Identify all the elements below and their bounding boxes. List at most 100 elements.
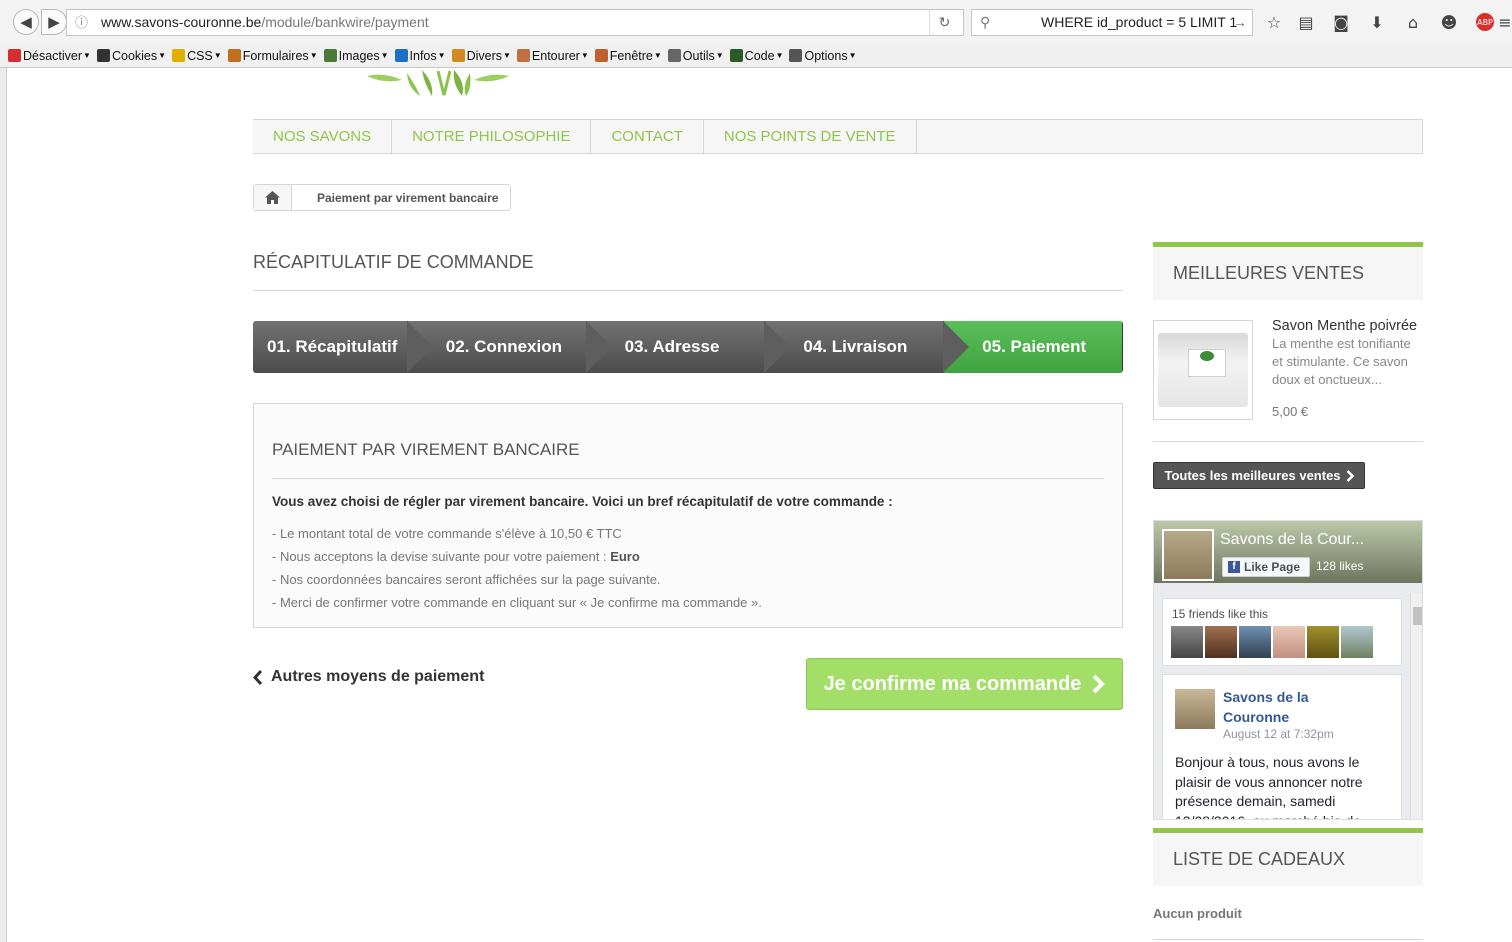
all-bestsellers-button[interactable]: Toutes les meilleures ventes — [1153, 462, 1365, 489]
toolbar-item-6[interactable]: Divers ▼ — [451, 49, 511, 63]
dropdown-arrow-icon: ▼ — [158, 51, 167, 60]
search-text: WHERE id_product = 5 LIMIT 1 — [1041, 14, 1238, 30]
info-icon[interactable]: ⓘ — [75, 10, 88, 35]
menu-points-de-vente[interactable]: NOS POINTS DE VENTE — [704, 120, 917, 153]
post-author-avatar[interactable] — [1175, 689, 1215, 729]
toolbar-item-5[interactable]: Infos ▼ — [394, 48, 446, 63]
payment-total-line: - Le montant total de votre commande s'é… — [272, 526, 622, 541]
step-label: 05. Paiement — [982, 337, 1087, 356]
step-adresse[interactable]: 03. Adresse — [586, 321, 791, 373]
toolbar-item-icon — [667, 49, 681, 62]
post-text: Bonjour à tous, nous avons le plaisir de… — [1175, 754, 1363, 819]
dropdown-arrow-icon: ▼ — [502, 51, 511, 60]
search-field[interactable]: ⚲ WHERE id_product = 5 LIMIT 1 → — [971, 9, 1253, 36]
facebook-likes-count: 128 likes — [1316, 559, 1364, 573]
back-arrow-icon[interactable]: ◀ — [13, 9, 39, 35]
facebook-post: Savons de la Couronne August 12 at 7:32p… — [1162, 674, 1402, 819]
friend-avatar[interactable] — [1171, 626, 1203, 658]
toolbar-item-10[interactable]: Code ▼ — [729, 49, 783, 63]
forward-arrow-icon[interactable]: ▶ — [41, 9, 67, 35]
webdev-toolbar: Désactiver ▼ Cookies ▼ CSS ▼ Formulaires ▼ Image… — [0, 44, 1512, 68]
page-title: RÉCAPITULATIF DE COMMANDE — [253, 252, 1123, 291]
menu-nos-savons[interactable]: NOS SAVONS — [253, 120, 393, 153]
pocket-icon[interactable]: ◙ — [1330, 10, 1352, 34]
menu-notre-philosophie[interactable]: NOTRE PHILOSOPHIE — [392, 120, 592, 153]
toolbar-item-label: Images — [338, 48, 380, 63]
reload-icon[interactable]: ↻ — [929, 10, 959, 35]
toolbar-item-label: CSS — [187, 48, 213, 63]
other-payment-methods-link[interactable]: Autres moyens de paiement — [253, 668, 484, 686]
friend-avatar[interactable] — [1341, 626, 1373, 658]
product-thumbnail[interactable] — [1153, 320, 1253, 420]
url-field[interactable]: ⓘ www.savons-couronne.be/module/bankwire… — [66, 9, 964, 36]
download-icon[interactable]: ⬇ — [1366, 10, 1388, 34]
friend-avatar[interactable] — [1307, 626, 1339, 658]
adblock-icon[interactable]: ABP — [1474, 10, 1496, 34]
go-arrow-icon[interactable]: → — [1233, 10, 1247, 35]
facebook-page-widget: Savons de la Cour... f Like Page 128 lik… — [1153, 520, 1423, 820]
step-livraison[interactable]: 04. Livraison — [765, 321, 970, 373]
toolbar-item-icon — [729, 49, 743, 62]
toolbar-item-icon — [451, 49, 465, 62]
toolbar-item-8[interactable]: Fenêtre ▼ — [594, 49, 662, 63]
soap-image — [1158, 333, 1248, 407]
post-author-name[interactable]: Savons de la Couronne — [1223, 687, 1343, 727]
toolbar-item-3[interactable]: Formulaires ▼ — [227, 48, 318, 63]
facebook-like-button[interactable]: f Like Page — [1222, 557, 1310, 577]
toolbar-item-label: Infos — [409, 48, 437, 63]
dropdown-arrow-icon: ▼ — [213, 51, 222, 60]
main-menu: NOS SAVONS NOTRE PHILOSOPHIE CONTACT NOS… — [253, 119, 1423, 154]
facebook-scrollbar[interactable] — [1410, 593, 1422, 819]
toolbar-item-0[interactable]: Désactiver ▼ — [8, 49, 91, 63]
step-label: 03. Adresse — [624, 337, 720, 356]
step-connexion[interactable]: 02. Connexion — [407, 321, 612, 373]
step-recapitulatif[interactable]: 01. Récapitulatif — [253, 321, 433, 373]
dropdown-arrow-icon: ▼ — [715, 51, 724, 60]
facebook-f-icon: f — [1228, 561, 1240, 573]
friend-avatar[interactable] — [1273, 626, 1305, 658]
reading-list-icon[interactable]: ▤ — [1295, 10, 1317, 34]
toolbar-item-2[interactable]: CSS ▼ — [172, 49, 222, 63]
payment-intro: Vous avez choisi de régler par virement … — [272, 494, 893, 509]
product-name[interactable]: Savon Menthe poivrée — [1272, 318, 1417, 334]
toolbar-item-icon — [789, 49, 803, 62]
step-label: 04. Livraison — [803, 337, 908, 356]
toolbar-item-4[interactable]: Images ▼ — [323, 48, 389, 63]
menu-icon[interactable]: ≡ — [1494, 10, 1512, 34]
toolbar-item-1[interactable]: Cookies ▼ — [96, 49, 167, 63]
payment-summary-box: PAIEMENT PAR VIREMENT BANCAIRE Vous avez… — [253, 403, 1123, 628]
toolbar-item-label: Formulaires — [242, 48, 309, 63]
url-path: /module/bankwire/payment — [261, 14, 429, 30]
payment-currency-line: - Nous acceptons la devise suivante pour… — [272, 549, 640, 564]
friend-avatar[interactable] — [1239, 626, 1271, 658]
facebook-page-avatar[interactable] — [1162, 529, 1214, 581]
friends-text: 15 friends like this — [1172, 607, 1269, 621]
star-icon[interactable]: ☆ — [1263, 10, 1285, 34]
facebook-page-name[interactable]: Savons de la Cour... — [1220, 531, 1364, 549]
browser-navbar: ◀ ▶ ⓘ www.savons-couronne.be/module/bank… — [0, 0, 1512, 44]
step-label: 02. Connexion — [445, 337, 562, 356]
home-icon[interactable]: ⌂ — [1402, 10, 1424, 34]
step-label: 01. Récapitulatif — [267, 337, 398, 356]
currency-value: Euro — [610, 549, 640, 564]
toolbar-item-icon — [516, 49, 530, 62]
logo-leaves[interactable] — [362, 68, 514, 98]
like-label: Like Page — [1244, 560, 1301, 574]
step-arrow — [585, 321, 612, 373]
toolbar-item-icon — [323, 49, 337, 62]
home-icon[interactable] — [254, 185, 292, 210]
confirm-order-button[interactable]: Je confirme ma commande — [806, 658, 1123, 710]
dropdown-arrow-icon: ▼ — [437, 51, 446, 60]
toolbar-item-9[interactable]: Outils ▼ — [667, 48, 724, 63]
hello-icon[interactable]: ☻ — [1438, 10, 1460, 34]
menu-contact[interactable]: CONTACT — [591, 120, 704, 153]
toolbar-item-7[interactable]: Entourer ▼ — [516, 49, 589, 63]
confirm-label: Je confirme ma commande — [823, 672, 1082, 695]
scroll-thumb[interactable] — [1413, 607, 1422, 625]
checkout-steps: 01. Récapitulatif 02. Connexion 03. Adre… — [253, 321, 1123, 373]
friend-avatar[interactable] — [1205, 626, 1237, 658]
dropdown-arrow-icon: ▼ — [83, 51, 91, 60]
post-date[interactable]: August 12 at 7:32pm — [1223, 727, 1334, 741]
toolbar-item-11[interactable]: Options ▼ — [789, 49, 857, 63]
toolbar-item-label: Outils — [682, 48, 715, 63]
